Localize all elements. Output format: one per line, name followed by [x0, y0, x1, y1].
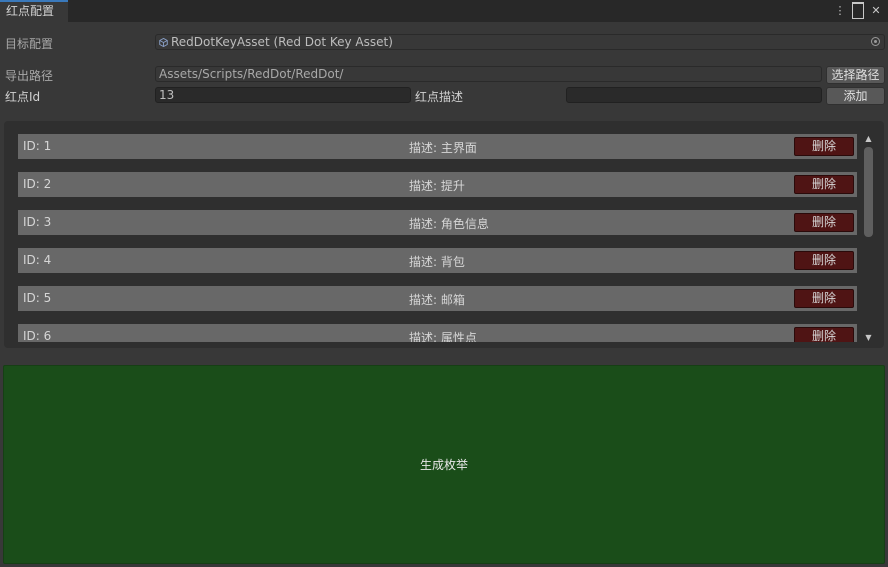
delete-button[interactable]: 删除	[794, 289, 854, 308]
target-config-label: 目标配置	[5, 37, 54, 51]
list-item: ID: 3 描述: 角色信息 删除	[18, 210, 857, 235]
more-options-icon[interactable]: ⋮	[834, 3, 846, 17]
item-desc: 描述: 角色信息	[409, 217, 489, 231]
generate-enum-button[interactable]: 生成枚举	[3, 365, 885, 564]
list-item: ID: 4 描述: 背包 删除	[18, 248, 857, 273]
list-item: ID: 5 描述: 邮箱 删除	[18, 286, 857, 311]
item-desc: 描述: 邮箱	[409, 293, 465, 307]
item-id: ID: 1	[23, 139, 52, 153]
item-desc: 描述: 提升	[409, 179, 465, 193]
red-dot-list-panel: ID: 1 描述: 主界面 删除 ID: 2 描述: 提升 删除 ID: 3 描…	[4, 121, 884, 348]
tab-bar: 红点配置 ⋮ ✕	[0, 0, 888, 22]
scroll-up-arrow-icon[interactable]: ▲	[864, 134, 873, 143]
red-dot-id-label: 红点Id	[5, 90, 41, 104]
item-id: ID: 3	[23, 215, 52, 229]
item-id: ID: 4	[23, 253, 52, 267]
close-icon[interactable]: ✕	[870, 3, 882, 17]
red-dot-id-input[interactable]: 13	[155, 87, 411, 103]
window-controls: ⋮ ✕	[834, 1, 882, 19]
export-path-label: 导出路径	[5, 69, 54, 83]
red-dot-desc-input[interactable]	[566, 87, 822, 103]
delete-button[interactable]: 删除	[794, 213, 854, 232]
maximize-icon[interactable]	[852, 1, 864, 19]
item-desc: 描述: 属性点	[409, 331, 477, 342]
object-picker-icon[interactable]	[871, 37, 880, 46]
delete-button[interactable]: 删除	[794, 327, 854, 342]
item-id: ID: 5	[23, 291, 52, 305]
item-desc: 描述: 主界面	[409, 141, 477, 155]
list-item: ID: 2 描述: 提升 删除	[18, 172, 857, 197]
item-id: ID: 2	[23, 177, 52, 191]
target-config-value: RedDotKeyAsset (Red Dot Key Asset)	[171, 35, 393, 49]
red-dot-list: ID: 1 描述: 主界面 删除 ID: 2 描述: 提升 删除 ID: 3 描…	[18, 134, 858, 342]
delete-button[interactable]: 删除	[794, 251, 854, 270]
scroll-down-arrow-icon[interactable]: ▼	[864, 333, 873, 342]
list-item: ID: 1 描述: 主界面 删除	[18, 134, 857, 159]
export-path-field: Assets/Scripts/RedDot/RedDot/	[155, 66, 822, 82]
tab-red-dot-config[interactable]: 红点配置	[0, 0, 68, 22]
item-desc: 描述: 背包	[409, 255, 465, 269]
scroll-thumb[interactable]	[864, 147, 873, 237]
select-path-button[interactable]: 选择路径	[826, 66, 885, 84]
delete-button[interactable]: 删除	[794, 175, 854, 194]
list-item: ID: 6 描述: 属性点 删除	[18, 324, 857, 342]
add-button[interactable]: 添加	[826, 87, 885, 105]
target-config-field[interactable]: RedDotKeyAsset (Red Dot Key Asset)	[155, 34, 885, 50]
list-scrollbar[interactable]: ▲ ▼	[863, 134, 874, 342]
delete-button[interactable]: 删除	[794, 137, 854, 156]
item-id: ID: 6	[23, 329, 52, 342]
scriptable-object-icon	[159, 38, 168, 47]
red-dot-desc-label: 红点描述	[415, 90, 464, 104]
